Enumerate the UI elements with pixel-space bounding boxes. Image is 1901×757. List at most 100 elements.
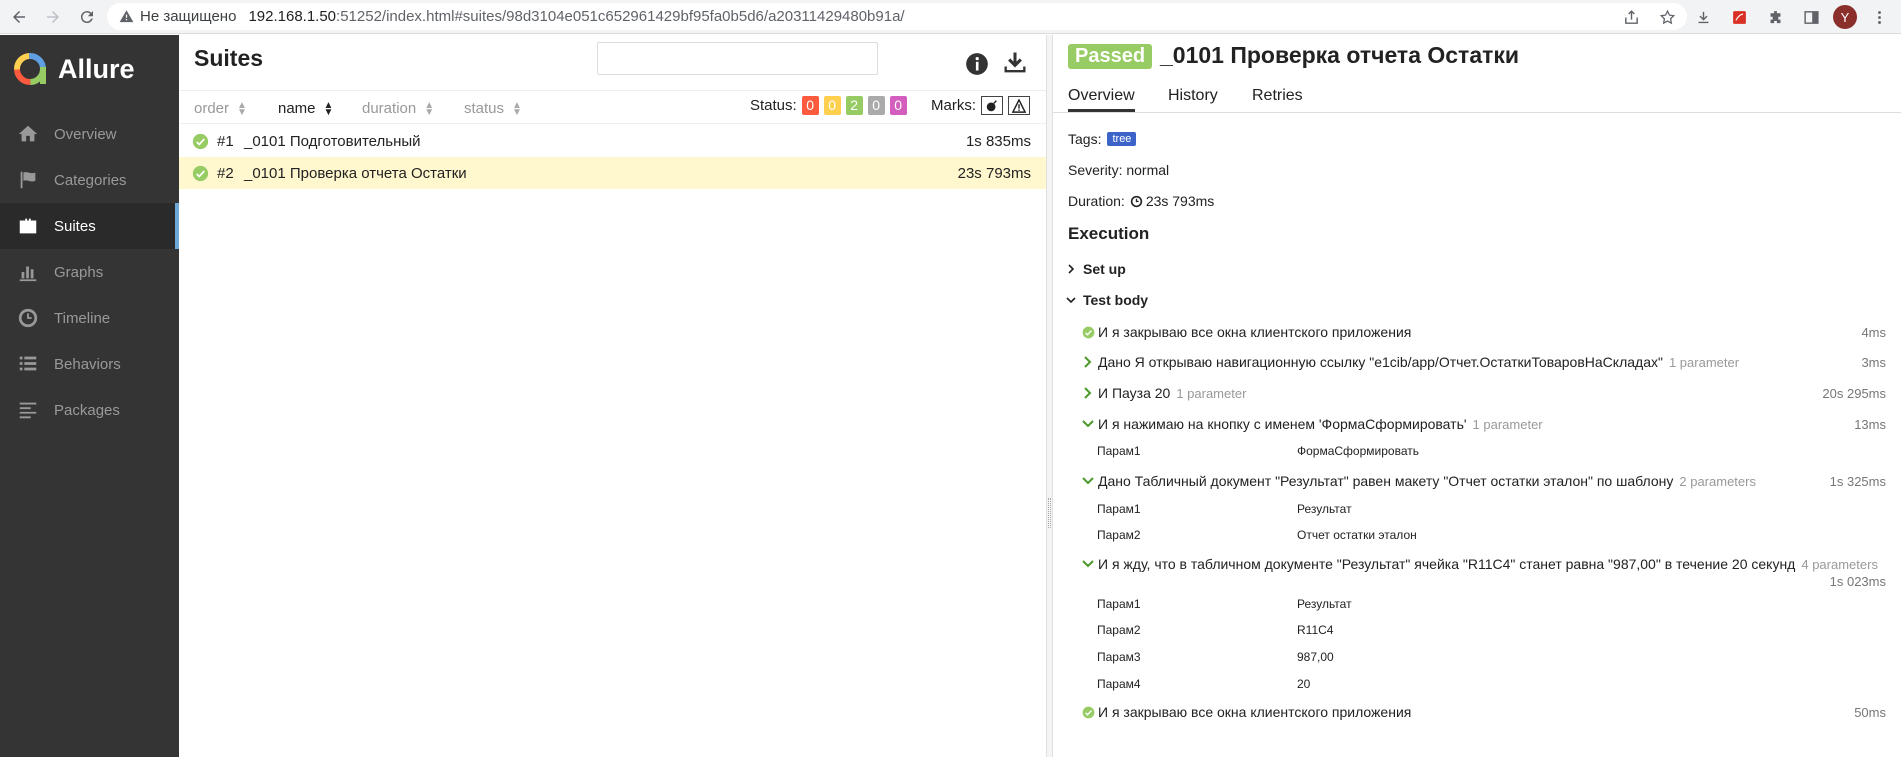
status-badge-failed[interactable]: 0 [801,96,819,115]
sidebar-item-label: Timeline [54,309,111,327]
flaky-mark-toggle[interactable] [981,96,1003,115]
step-row[interactable]: И я жду, что в табличном документе "Резу… [1053,555,1901,573]
column-duration[interactable]: duration ▲ ▼ [362,99,434,118]
test-body-label: Test body [1083,292,1149,308]
pane-splitter[interactable] [1046,35,1053,757]
setup-toggle[interactable]: Set up [1066,261,1126,277]
tab-overview[interactable]: Overview [1068,87,1135,112]
sort-icon: ▲ ▼ [323,99,334,118]
step-row[interactable]: И я закрываю все окна клиентского прилож… [1053,323,1901,341]
param-name: Парам3 [1097,650,1141,664]
status-badge-unknown[interactable]: 0 [889,96,907,115]
chevron-down-icon [1081,417,1095,431]
status-badge-passed[interactable]: 2 [845,96,863,115]
chevron-down-icon [1066,297,1076,304]
arrow-left-icon [13,10,25,23]
sidebar-item-overview[interactable]: Overview [0,111,179,157]
column-label: status [464,100,505,117]
row-name: _0101 Проверка отчета Остатки [244,164,467,182]
step-row[interactable]: И я нажимаю на кнопку с именем 'ФормаСфо… [1053,415,1901,433]
step-row[interactable]: Дано Я открываю навигационную ссылку "e1… [1053,353,1901,371]
allure-logo-icon [14,53,46,85]
step-text: И я закрываю все окна клиентского прилож… [1098,704,1412,720]
tag-badge[interactable]: tree [1107,132,1137,146]
check-circle-icon [192,165,209,181]
step-row[interactable]: И Пауза 20 1 parameter 20s 295ms [1053,384,1901,402]
downloads-button[interactable] [1689,3,1717,31]
url-path[interactable]: :51252/index.html#suites/98d3104e051c652… [336,8,905,25]
step-param-count: 2 parameters [1679,474,1756,489]
puzzle-icon [1770,10,1780,23]
briefcase-icon [19,218,37,234]
side-panel-button[interactable] [1797,3,1825,31]
home-icon [18,125,38,142]
back-button[interactable] [4,2,34,32]
sidebar-item-behaviors[interactable]: Behaviors [0,341,179,387]
param-name: Парам1 [1097,502,1141,516]
reload-icon [80,10,93,23]
sidebar-item-label: Behaviors [54,355,121,373]
info-icon[interactable] [964,51,990,77]
marks-filter: Marks: [931,96,1030,115]
profile-avatar[interactable]: Y [1833,5,1857,29]
new-failed-mark-toggle[interactable] [1008,96,1030,115]
execution-heading: Execution [1068,224,1150,243]
bookmark-button[interactable] [1653,3,1681,31]
pdf-extension[interactable] [1725,3,1753,31]
status-filter-label: Status: [750,97,797,114]
step-text: И я закрываю все окна клиентского прилож… [1098,324,1412,340]
search-input[interactable] [597,42,878,75]
column-status[interactable]: status ▲ ▼ [464,100,522,117]
test-title: _0101 Проверка отчета Остатки [1160,42,1520,68]
sort-icon: ▲ ▼ [237,99,247,118]
param-name: Парам1 [1097,444,1141,458]
param-value: ФормаСформировать [1297,444,1419,458]
param-value: R11C4 [1297,623,1334,637]
status-badge-skipped[interactable]: 0 [867,96,885,115]
row-order: #2 [217,164,234,182]
sort-icon: ▲ ▼ [424,99,434,118]
brand[interactable]: Allure [0,35,179,103]
bomb-icon [986,99,997,111]
warning-icon[interactable] [119,9,134,24]
step-time: 20s 295ms [1822,385,1886,401]
security-label[interactable]: Не защищено [140,8,236,25]
browser-menu-button[interactable] [1865,3,1893,31]
step-row[interactable]: Дано Табличный документ "Результат" раве… [1053,472,1901,490]
address-bar[interactable]: Не защищено 192.168.1.50:51252/index.htm… [107,3,1687,30]
url-host[interactable]: 192.168.1.50 [248,8,336,25]
status-badge-broken[interactable]: 0 [823,96,841,115]
sidebar-item-suites[interactable]: Suites [0,203,179,249]
step-row[interactable]: И я закрываю все окна клиентского прилож… [1053,703,1901,721]
param-value: 20 [1297,677,1311,691]
column-name[interactable]: name ▲ ▼ [278,99,334,118]
chevron-right-icon [1081,355,1095,369]
step-text: Дано Табличный документ "Результат" раве… [1098,473,1674,489]
splitter-grip[interactable] [1048,498,1051,528]
duration-row: Duration: 23s 793ms [1068,193,1214,209]
bar-chart-icon [19,266,37,282]
step-param-count: 4 parameters [1801,557,1878,572]
download-icon[interactable] [1001,49,1029,77]
download-icon [1698,11,1708,23]
forward-button[interactable] [38,2,68,32]
test-body-toggle[interactable]: Test body [1066,292,1148,308]
step-param-count: 1 parameter [1668,355,1740,370]
column-order[interactable]: order ▲ ▼ [194,99,247,118]
table-row[interactable]: #1 _0101 Подготовительный 1s 835ms [179,125,1046,157]
share-button[interactable] [1617,3,1645,31]
param-name: Парам2 [1097,528,1141,542]
sidebar-item-categories[interactable]: Categories [0,157,179,203]
sidebar-item-timeline[interactable]: Timeline [0,295,179,341]
chevron-down-icon [1081,474,1095,488]
extensions-button[interactable] [1761,3,1789,31]
more-vertical-icon [1877,10,1881,24]
sidebar-item-label: Overview [54,125,117,143]
sidebar-item-label: Suites [54,217,96,235]
table-row[interactable]: #2 _0101 Проверка отчета Остатки 23s 793… [179,157,1046,189]
reload-button[interactable] [72,2,102,32]
tab-history[interactable]: History [1168,87,1218,105]
tab-retries[interactable]: Retries [1252,87,1303,105]
sidebar-item-graphs[interactable]: Graphs [0,249,179,295]
sidebar-item-packages[interactable]: Packages [0,387,179,433]
